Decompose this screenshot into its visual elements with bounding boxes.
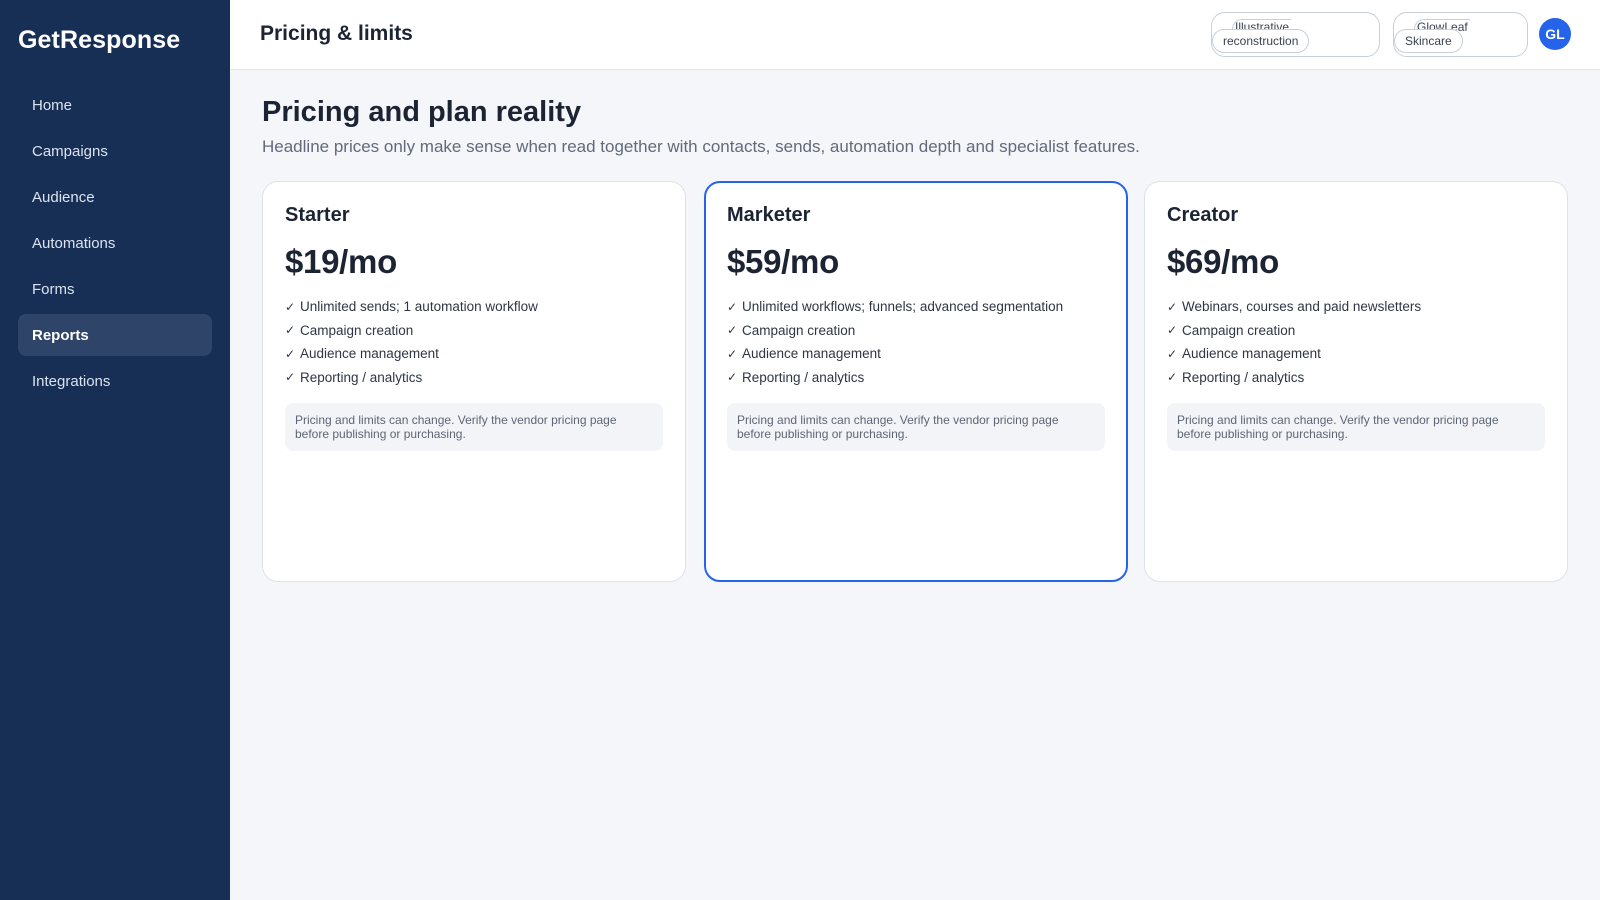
pricing-cards: Starter $19/mo ✓ Unlimited sends; 1 autom… — [262, 181, 1568, 582]
check-icon: ✓ — [1167, 370, 1178, 385]
feature-label: Webinars, courses and paid newsletters — [1182, 299, 1422, 315]
sidebar-item-label: Automations — [32, 234, 116, 252]
check-icon: ✓ — [285, 323, 296, 338]
avatar[interactable]: GL — [1539, 18, 1571, 50]
check-icon: ✓ — [285, 346, 296, 361]
top-bar: Pricing & limits Illustrative reconstruc… — [230, 0, 1600, 70]
feature-label: Campaign creation — [300, 322, 414, 338]
list-item: ✓ Unlimited workflows; funnels; advanced … — [727, 295, 1105, 319]
plan-feature-list: ✓ Unlimited sends; 1 automation workflow … — [285, 295, 663, 389]
sidebar-item-label: Home — [32, 96, 73, 114]
plan-card-marketer[interactable]: Marketer $59/mo ✓ Unlimited workflows; fu… — [704, 181, 1128, 582]
check-icon: ✓ — [727, 370, 738, 385]
check-icon: ✓ — [285, 299, 296, 314]
plan-disclaimer: Pricing and limits can change. Verify th… — [285, 403, 663, 451]
list-item: ✓ Audience management — [727, 342, 1105, 366]
sidebar-item-forms[interactable]: Forms — [18, 268, 212, 310]
feature-label: Unlimited sends; 1 automation workflow — [300, 299, 538, 315]
plan-price: $69/mo — [1167, 243, 1279, 280]
list-item: ✓ Campaign creation — [1167, 319, 1545, 343]
sidebar-item-audience[interactable]: Audience — [18, 176, 212, 218]
plan-price: $59/mo — [727, 243, 839, 280]
sidebar-item-label: Campaigns — [32, 142, 108, 160]
sidebar-item-home[interactable]: Home — [18, 84, 212, 126]
feature-label: Campaign creation — [742, 322, 856, 338]
pill-label-bottom: Skincare — [1394, 29, 1463, 53]
context-pill-reconstruction[interactable]: Illustrative reconstruction — [1211, 12, 1380, 57]
check-icon: ✓ — [1167, 299, 1178, 314]
feature-label: Unlimited workflows; funnels; advanced s… — [742, 299, 1064, 315]
feature-label: Audience management — [1182, 346, 1321, 362]
list-item: ✓ Unlimited sends; 1 automation workflow — [285, 295, 663, 319]
feature-label: Reporting / analytics — [1182, 369, 1305, 385]
list-item: ✓ Reporting / analytics — [285, 366, 663, 390]
plan-name: Marketer — [727, 204, 811, 226]
sidebar-item-label: Reports — [32, 326, 89, 344]
list-item: ✓ Audience management — [285, 342, 663, 366]
check-icon: ✓ — [727, 323, 738, 338]
list-item: ✓ Reporting / analytics — [727, 366, 1105, 390]
list-item: ✓ Webinars, courses and paid newsletters — [1167, 295, 1545, 319]
sidebar-item-label: Forms — [32, 280, 75, 298]
check-icon: ✓ — [727, 346, 738, 361]
list-item: ✓ Audience management — [1167, 342, 1545, 366]
sidebar-item-automations[interactable]: Automations — [18, 222, 212, 264]
plan-disclaimer: Pricing and limits can change. Verify th… — [1167, 403, 1545, 451]
sidebar-item-campaigns[interactable]: Campaigns — [18, 130, 212, 172]
sidebar-nav: Home Campaigns Audience Automations Form… — [18, 84, 212, 406]
sidebar: GetResponse Home Campaigns Audience Auto… — [0, 0, 230, 900]
feature-label: Reporting / analytics — [742, 369, 865, 385]
feature-label: Campaign creation — [1182, 322, 1296, 338]
page-title: Pricing and plan reality — [262, 96, 582, 128]
plan-name: Starter — [285, 204, 350, 226]
list-item: ✓ Reporting / analytics — [1167, 366, 1545, 390]
check-icon: ✓ — [1167, 323, 1178, 338]
feature-label: Audience management — [742, 346, 881, 362]
feature-label: Audience management — [300, 346, 439, 362]
feature-label: Reporting / analytics — [300, 369, 423, 385]
context-pill-workspace[interactable]: GlowLeaf Skincare — [1393, 12, 1528, 57]
sidebar-item-reports[interactable]: Reports — [18, 314, 212, 356]
check-icon: ✓ — [1167, 346, 1178, 361]
plan-disclaimer: Pricing and limits can change. Verify th… — [727, 403, 1105, 451]
plan-card-starter[interactable]: Starter $19/mo ✓ Unlimited sends; 1 autom… — [262, 181, 686, 582]
header-title: Pricing & limits — [260, 22, 413, 45]
plan-price: $19/mo — [285, 243, 397, 280]
sidebar-item-label: Audience — [32, 188, 95, 206]
list-item: ✓ Campaign creation — [727, 319, 1105, 343]
plan-card-creator[interactable]: Creator $69/mo ✓ Webinars, courses and pa… — [1144, 181, 1568, 582]
page-subtitle: Headline prices only make sense when rea… — [262, 137, 1140, 156]
plan-feature-list: ✓ Webinars, courses and paid newsletters … — [1167, 295, 1545, 389]
check-icon: ✓ — [727, 299, 738, 314]
plan-feature-list: ✓ Unlimited workflows; funnels; advanced … — [727, 295, 1105, 389]
sidebar-item-label: Integrations — [32, 372, 111, 390]
brand-logo[interactable]: GetResponse — [18, 26, 180, 55]
plan-name: Creator — [1167, 204, 1239, 226]
check-icon: ✓ — [285, 370, 296, 385]
pill-label-bottom: reconstruction — [1212, 29, 1310, 53]
list-item: ✓ Campaign creation — [285, 319, 663, 343]
sidebar-item-integrations[interactable]: Integrations — [18, 360, 212, 402]
main-content: Pricing and plan reality Headline prices… — [262, 96, 1572, 157]
